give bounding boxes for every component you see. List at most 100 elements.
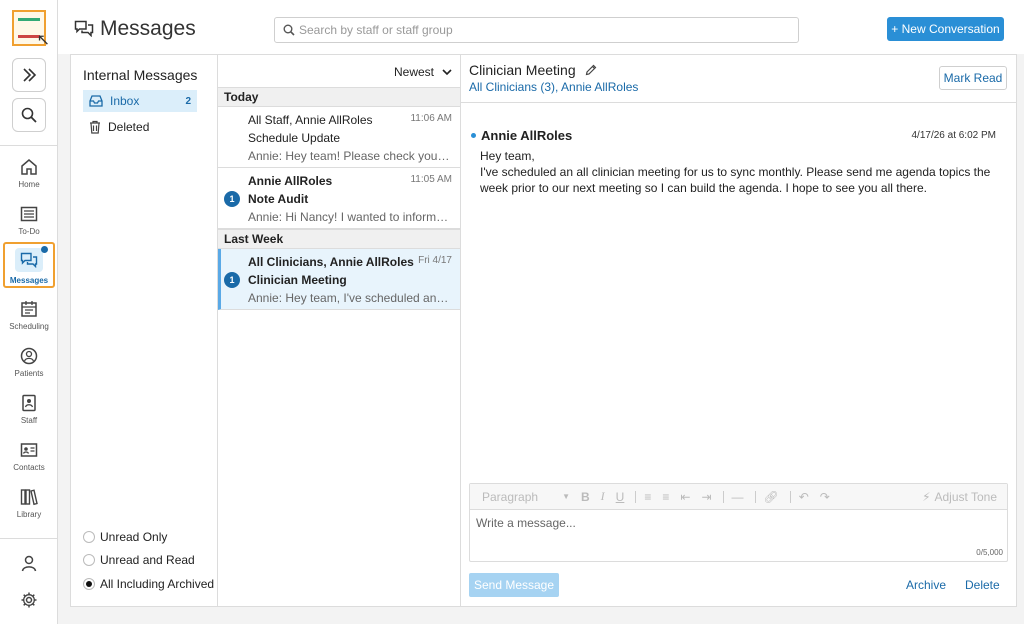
redo-icon[interactable]: ↷	[820, 490, 830, 504]
paragraph-label: Paragraph	[482, 489, 539, 504]
nav-home[interactable]: Home	[3, 154, 55, 200]
indent-icon[interactable]: ⇥	[701, 490, 711, 504]
bulleted-list-icon[interactable]: ≡	[662, 490, 669, 504]
nav-scheduling-label: Scheduling	[9, 322, 49, 331]
unread-count-badge: 1	[224, 272, 240, 288]
nav-scheduling[interactable]: Scheduling	[3, 296, 55, 342]
trash-icon	[90, 120, 100, 134]
id-badge-icon	[22, 394, 36, 412]
user-icon	[21, 555, 37, 572]
nav-todo-label: To-Do	[18, 227, 40, 236]
search-icon	[21, 107, 37, 123]
nav-home-label: Home	[18, 180, 40, 189]
filter-unread-only[interactable]: Unread Only	[83, 530, 167, 544]
lightning-icon: ⚡︎	[922, 489, 931, 504]
pencil-icon[interactable]	[585, 64, 597, 76]
settings-button[interactable]	[3, 587, 55, 617]
radio-all-including-archived[interactable]	[83, 578, 95, 590]
conversation-detail: Clinician Meeting All Clinicians (3), An…	[461, 55, 1016, 606]
page-title: Messages	[100, 17, 196, 40]
link-icon[interactable]: 🔗︎	[764, 490, 779, 504]
inbox-icon	[89, 95, 103, 107]
notification-dot	[41, 246, 48, 253]
nav-todo[interactable]: To-Do	[3, 201, 55, 247]
folder-pane: Internal Messages Inbox 2 Deleted Unread…	[71, 55, 218, 606]
page-header: Messages + New Conversation	[58, 0, 1024, 54]
toolbar-separator	[754, 490, 756, 503]
conversation-item[interactable]: All Staff, Annie AllRoles 11:06 AM Sched…	[218, 107, 460, 168]
left-rail: ↖ Home To-Do Messages Scheduling Patient…	[0, 0, 58, 624]
nav-library[interactable]: Library	[3, 484, 55, 530]
filter-all-including-archived[interactable]: All Including Archived	[83, 577, 214, 591]
toolbar-separator	[635, 490, 637, 503]
conversation-title: Clinician Meeting	[469, 62, 597, 78]
horizontal-rule-icon[interactable]: —	[732, 490, 744, 504]
conversation-subject: Clinician Meeting	[248, 273, 347, 287]
adjust-tone-button[interactable]: ⚡︎ Adjust Tone	[922, 490, 997, 504]
underline-icon[interactable]: U	[616, 490, 625, 504]
conversation-from: All Staff, Annie AllRoles	[248, 113, 373, 127]
folder-inbox[interactable]: Inbox 2	[83, 90, 197, 112]
message-input[interactable]	[476, 516, 996, 552]
send-message-button[interactable]: Send Message	[469, 573, 559, 597]
sender-name: Annie AllRoles	[481, 128, 573, 143]
participants-link[interactable]: All Clinicians (3), Annie AllRoles	[469, 80, 638, 94]
home-icon	[21, 159, 37, 175]
messages-icon-box	[15, 248, 43, 272]
adjust-tone-label: Adjust Tone	[934, 489, 998, 504]
message-timestamp: 4/17/26 at 6:02 PM	[911, 130, 996, 141]
sort-dropdown[interactable]: Newest	[394, 65, 452, 79]
sort-label: Newest	[393, 65, 434, 79]
inbox-count-badge: 2	[185, 95, 191, 107]
unread-dot	[471, 133, 476, 138]
app-logo[interactable]: ↖	[12, 10, 50, 49]
new-conversation-button[interactable]: + New Conversation	[887, 17, 1004, 41]
staff-search[interactable]	[274, 17, 799, 43]
nav-contacts[interactable]: Contacts	[3, 437, 55, 483]
message-sender: Annie AllRoles	[471, 128, 572, 143]
conversation-subject: Schedule Update	[248, 131, 341, 145]
toolbar-separator	[722, 490, 724, 503]
nav-staff[interactable]: Staff	[3, 390, 55, 436]
global-search-button[interactable]	[12, 98, 46, 132]
radio-unread-only[interactable]	[83, 531, 95, 543]
filter-unread-only-label: Unread Only	[100, 530, 168, 544]
paragraph-dropdown[interactable]: Paragraph ▼	[482, 490, 570, 504]
nav-patients-label: Patients	[14, 369, 44, 378]
radio-unread-and-read[interactable]	[83, 554, 95, 566]
folders-heading: Internal Messages	[83, 67, 198, 83]
outdent-icon[interactable]: ⇤	[680, 490, 690, 504]
delete-button[interactable]: Delete	[965, 578, 1000, 592]
conversation-time: 11:05 AM	[410, 174, 452, 185]
nav-patients[interactable]: Patients	[3, 343, 55, 389]
archive-button[interactable]: Archive	[906, 578, 946, 592]
double-chevron-right-icon	[23, 68, 37, 82]
list-icon	[20, 206, 38, 222]
conversation-item-selected[interactable]: 1 All Clinicians, Annie AllRoles Fri 4/1…	[218, 249, 460, 310]
bold-icon[interactable]: B	[581, 490, 590, 504]
folder-deleted[interactable]: Deleted	[83, 116, 197, 138]
caret-down-icon: ▼	[562, 492, 570, 501]
undo-icon[interactable]: ↶	[799, 490, 809, 504]
editor-toolbar: Paragraph ▼ B I U ≡ ≡ ⇤ ⇥ — 🔗︎ ↶ ↷ ⚡︎ Ad…	[470, 484, 1007, 510]
folder-deleted-label: Deleted	[108, 120, 150, 134]
conversation-time: Fri 4/17	[418, 255, 452, 266]
staff-search-input[interactable]	[299, 21, 789, 39]
filter-unread-and-read[interactable]: Unread and Read	[83, 553, 195, 567]
nav-messages-label: Messages	[9, 276, 49, 285]
conversation-subject: Note Audit	[248, 192, 309, 206]
user-circle-icon	[20, 347, 38, 365]
unread-count-badge: 1	[224, 191, 240, 207]
expand-sidebar-button[interactable]	[12, 58, 46, 92]
mark-read-button[interactable]: Mark Read	[939, 66, 1007, 90]
character-counter: 0/5,000	[976, 548, 1003, 557]
group-header-today: Today	[218, 87, 460, 107]
italic-icon[interactable]: I	[601, 489, 605, 504]
message-list: Newest Today All Staff, Annie AllRoles 1…	[218, 55, 461, 606]
profile-button[interactable]	[3, 550, 55, 580]
conversation-time: 11:06 AM	[410, 113, 452, 124]
nav-messages[interactable]: Messages	[3, 242, 55, 288]
cursor-icon: ↖	[36, 32, 50, 49]
numbered-list-icon[interactable]: ≡	[644, 490, 651, 504]
conversation-item[interactable]: 1 Annie AllRoles 11:05 AM Note Audit Ann…	[218, 168, 460, 229]
